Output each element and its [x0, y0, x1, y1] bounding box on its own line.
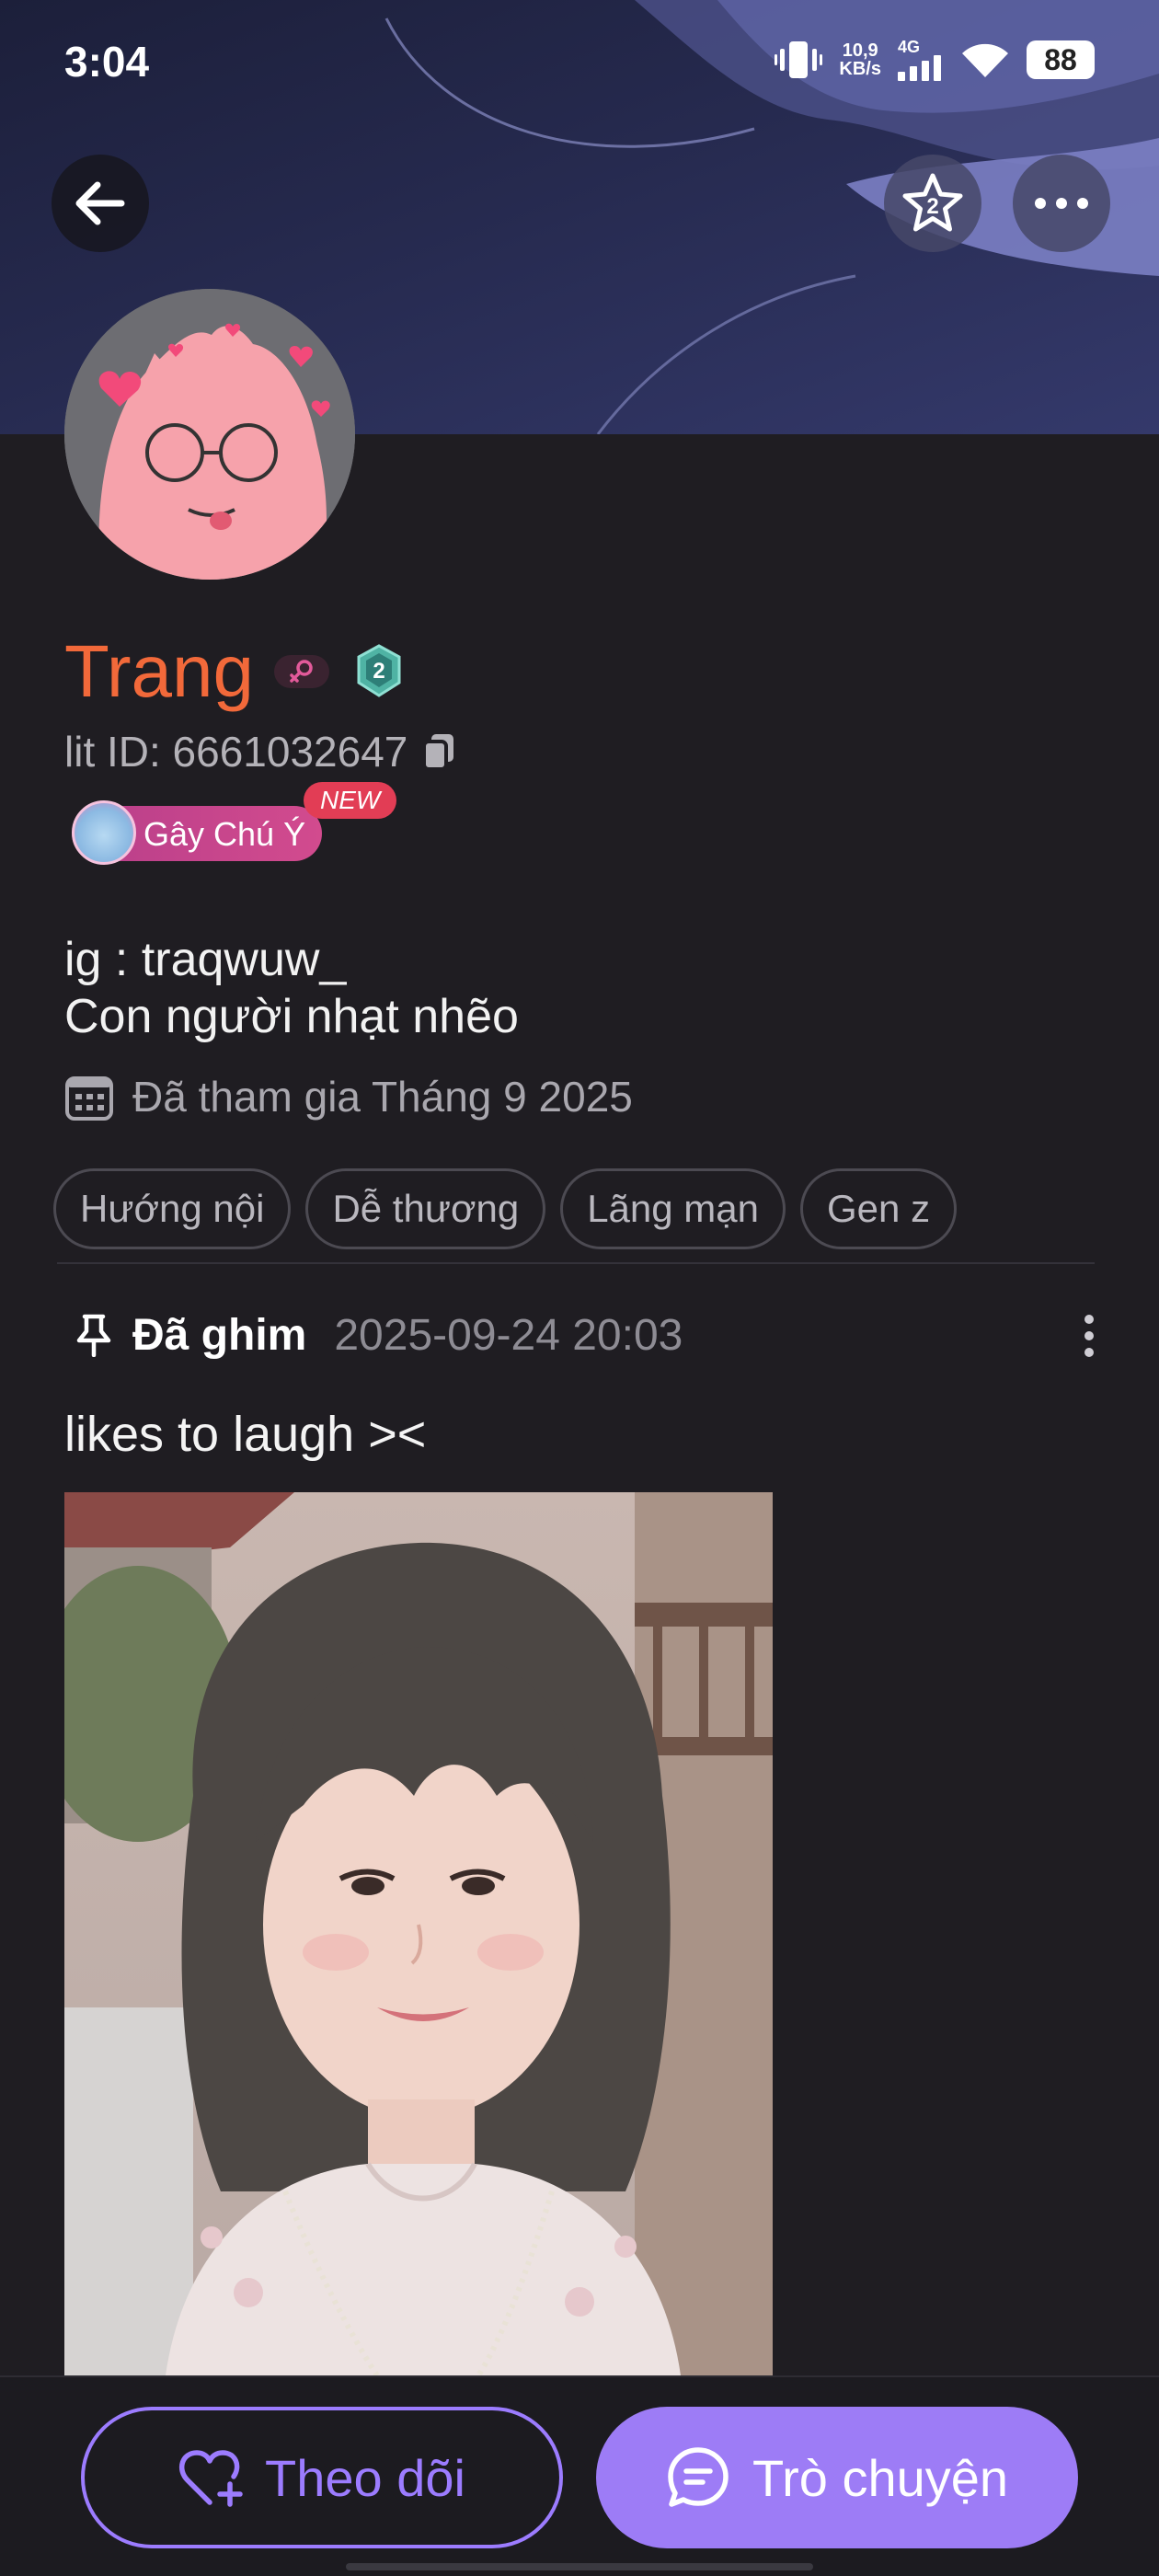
interest-tags: Hướng nội Dễ thương Lãng mạn Gen z [53, 1168, 958, 1249]
chat-bubble-icon [668, 2447, 729, 2507]
copy-icon[interactable] [420, 732, 457, 771]
bio-line-2: Con người nhạt nhẽo [64, 990, 519, 1043]
status-bar: 3:04 10,9 KB/s 4G 88 [0, 0, 1159, 120]
section-divider [57, 1262, 1095, 1264]
lit-id: lit ID: 6661032647 [64, 727, 457, 776]
pinned-label: Đã ghim [132, 1310, 307, 1360]
vibrate-icon [775, 41, 823, 78]
arrow-left-icon [75, 181, 125, 225]
new-tag: NEW [304, 782, 397, 819]
battery-indicator: 88 [1027, 40, 1095, 79]
profile-avatar[interactable] [64, 289, 355, 580]
bio-line-1: ig : traqwuw_ [64, 933, 347, 986]
post-date: 2025-09-24 20:03 [334, 1310, 683, 1360]
follow-button[interactable]: Theo dõi [81, 2407, 563, 2548]
star-level-button[interactable]: 2 [884, 155, 981, 252]
level-number: 2 [373, 659, 384, 684]
joined-date: Đã tham gia Tháng 9 2025 [64, 1072, 633, 1121]
calendar-icon [65, 1076, 113, 1121]
tag-chip[interactable]: Lãng mạn [560, 1168, 786, 1249]
post-header: Đã ghim 2025-09-24 20:03 [74, 1303, 683, 1367]
chat-button[interactable]: Trò chuyện [596, 2407, 1078, 2548]
dot-icon [1084, 1331, 1094, 1340]
wifi-icon [962, 43, 1008, 77]
profile-name: Trang [64, 630, 255, 712]
star-level-icon: 2 [902, 173, 963, 232]
network-gen-label: 4G [898, 38, 921, 56]
network-speed: 10,9 KB/s [839, 41, 881, 78]
name-row: Trang 2 [64, 630, 408, 713]
gender-female-icon [274, 655, 330, 688]
lit-id-text: lit ID: 6661032647 [64, 728, 408, 776]
dot-icon [1084, 1315, 1094, 1324]
level-badge-icon: 2 [357, 644, 401, 697]
badge-label: Gây Chú Ý [143, 815, 306, 853]
joined-text: Đã tham gia Tháng 9 2025 [132, 1073, 633, 1121]
post-more-button[interactable] [1071, 1308, 1107, 1363]
pin-icon [76, 1314, 111, 1357]
dot-icon [1084, 1348, 1094, 1357]
post-text: likes to laugh >< [64, 1407, 427, 1462]
signal-bars-icon [898, 55, 941, 81]
follow-label: Theo dõi [265, 2448, 465, 2507]
status-time: 3:04 [64, 38, 150, 86]
post-photo-illustration [64, 1492, 773, 2375]
cellular-signal: 4G [898, 39, 944, 81]
status-icons: 10,9 KB/s 4G 88 [775, 37, 1095, 83]
back-button[interactable] [52, 155, 149, 252]
post-photo[interactable] [64, 1492, 773, 2375]
chat-label: Trò chuyện [752, 2448, 1009, 2507]
tag-chip[interactable]: Dễ thương [305, 1168, 546, 1249]
more-horizontal-icon [1035, 198, 1088, 209]
star-level-number: 2 [926, 194, 938, 219]
female-symbol-icon [290, 660, 313, 683]
network-speed-value: 10,9 [842, 40, 878, 61]
more-options-button[interactable] [1013, 155, 1110, 252]
avatar-illustration [64, 289, 355, 580]
tag-chip[interactable]: Hướng nội [53, 1168, 292, 1249]
bottom-action-bar: Theo dõi Trò chuyện [0, 2375, 1159, 2576]
tag-chip[interactable]: Gen z [800, 1168, 958, 1249]
bio: ig : traqwuw_ Con người nhạt nhẽo [64, 931, 519, 1045]
badge-emoji-icon [72, 800, 136, 865]
home-indicator [346, 2563, 813, 2570]
heart-plus-icon [178, 2450, 243, 2507]
network-speed-unit: KB/s [839, 59, 881, 79]
